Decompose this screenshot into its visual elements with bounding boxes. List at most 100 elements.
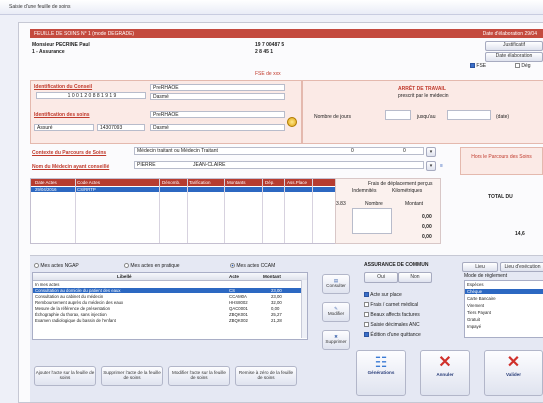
ccam-radio[interactable] bbox=[230, 263, 235, 269]
col-divider bbox=[75, 179, 76, 243]
date-elaboration-button[interactable]: Date élaboration bbox=[485, 52, 543, 62]
reglement-option: Tiers Payant bbox=[467, 310, 491, 315]
window-titlebar: Saisie d'une feuille de soins bbox=[0, 0, 543, 15]
table-row[interactable]: 29/04/2016 CS/RRTP bbox=[31, 187, 335, 192]
rpps-field[interactable]: 1 0 0 1 2 0 8 8 1 9 1 9 bbox=[36, 92, 146, 99]
close-icon: ✕ bbox=[438, 354, 452, 371]
list-item[interactable]: Échographie du thorax, sans injection ZBQ… bbox=[33, 312, 307, 317]
reglement-list[interactable]: Espèces Chèque Carte Bancaire Virement T… bbox=[464, 280, 543, 338]
medecin-dropdown-chevron-down-icon[interactable]: ▾ bbox=[426, 161, 436, 171]
prescripteur-name-field[interactable]: PreRHAOE bbox=[150, 84, 285, 91]
medecin-field[interactable]: PIERRE JEAN-CLAIRE bbox=[134, 161, 424, 169]
list-item[interactable]: Mesure de la référence de présentation QA… bbox=[33, 306, 307, 311]
reglement-option: Impayé bbox=[467, 324, 482, 329]
deg-checkbox[interactable] bbox=[515, 63, 520, 69]
beaux-checkbox[interactable] bbox=[364, 312, 369, 318]
annuler-label: Annuler bbox=[436, 372, 454, 377]
identification-conseil-label: Identification du Conseil bbox=[34, 84, 93, 90]
modifier-acte-button[interactable]: Modifier l'acte sur la feuille de soins bbox=[168, 366, 230, 386]
value-3: 0,00 bbox=[422, 234, 432, 240]
supprimer-acte-button[interactable]: Supprimer l'acte de la feuille de soins bbox=[101, 366, 163, 386]
option-saisie[interactable]: Saisie décimales ANC bbox=[364, 322, 420, 328]
filter-pratique-label: Mes actes en pratique bbox=[130, 263, 180, 269]
filter-ccam[interactable]: Mes actes CCAM bbox=[230, 263, 275, 269]
assure-field[interactable]: Assuré bbox=[34, 124, 94, 131]
list-item[interactable]: Impayé bbox=[465, 324, 543, 329]
lieu-button[interactable]: Lieu bbox=[462, 262, 498, 272]
edition-checkbox[interactable] bbox=[364, 332, 369, 338]
option-frais[interactable]: Frais / carnet médical bbox=[364, 302, 418, 308]
list-item[interactable]: Consultation au domicile du patient des … bbox=[33, 288, 307, 293]
identification-soins-label: Identification des soins bbox=[34, 112, 90, 118]
fse-label: FSE de xxx bbox=[255, 71, 281, 77]
option-acte-place[interactable]: Acte sur place bbox=[364, 292, 402, 298]
medecin-extra-link[interactable]: ≡ bbox=[440, 163, 443, 169]
col-montant: Montant bbox=[263, 274, 281, 279]
fse-option[interactable]: FSE bbox=[470, 63, 486, 69]
modifier-button[interactable]: ✎ Modifier bbox=[322, 302, 350, 322]
validate-icon: ✕ bbox=[506, 354, 521, 371]
search-icon[interactable] bbox=[287, 117, 297, 127]
list-item-label: Consultation au cabinet du médecin bbox=[35, 294, 104, 299]
reglement-option: Gratuit bbox=[467, 317, 480, 322]
nombre-field[interactable] bbox=[352, 208, 392, 234]
actes-table-header: Date Actes Code Actes Dénomb. Tarificati… bbox=[31, 179, 335, 186]
list-scrollbar[interactable] bbox=[301, 280, 307, 338]
remise-zero-button[interactable]: Remise à zéro de la feuille de soins bbox=[235, 366, 297, 386]
acte-place-checkbox[interactable] bbox=[364, 292, 369, 298]
list-item[interactable]: Carte Bancaire bbox=[465, 296, 543, 301]
assure-code-field[interactable]: 14307093 bbox=[97, 124, 145, 131]
executant-name-field[interactable]: PreRHAOE bbox=[150, 111, 285, 118]
supprimer-button[interactable]: ✖ Supprimer bbox=[322, 330, 350, 350]
justificatif-button[interactable]: Justificatif bbox=[485, 41, 543, 51]
nombre-jours-field[interactable] bbox=[385, 110, 411, 120]
reglement-option: Virement bbox=[467, 303, 485, 308]
list-item-label: Examen radiologique du bassin de l'enfan… bbox=[35, 318, 116, 323]
saisie-checkbox[interactable] bbox=[364, 322, 369, 328]
pratique-radio[interactable] bbox=[124, 263, 129, 269]
parcours-dropdown-chevron-down-icon[interactable]: ▾ bbox=[426, 147, 436, 157]
oui-button[interactable]: Oui bbox=[364, 272, 398, 283]
list-item-amount: 32,00 bbox=[271, 300, 282, 305]
jusqu-date-field[interactable] bbox=[447, 110, 491, 120]
filter-pratique[interactable]: Mes actes en pratique bbox=[124, 263, 180, 269]
non-button[interactable]: Non bbox=[398, 272, 432, 283]
list-item[interactable]: Consultation au cabinet du médecin CCAM0A… bbox=[33, 294, 307, 299]
valider-button[interactable]: ✕ Valider bbox=[484, 350, 543, 396]
list-item[interactable]: Tiers Payant bbox=[465, 310, 543, 315]
fse-option-label: FSE bbox=[476, 63, 487, 69]
ajouter-acte-button[interactable]: Ajouter l'acte sur la feuille de soins bbox=[34, 366, 96, 386]
list-item-code: HHS8002 bbox=[229, 300, 248, 305]
date-suffix: (date) bbox=[496, 114, 510, 120]
list-item[interactable]: Espèces bbox=[465, 282, 543, 287]
frais-checkbox[interactable] bbox=[364, 302, 369, 308]
valider-label: Valider bbox=[505, 372, 522, 377]
list-item[interactable]: Examen radiologique du bassin de l'enfan… bbox=[33, 318, 307, 323]
prescripteur-other-field[interactable]: Dasmé bbox=[150, 93, 285, 100]
list-item[interactable]: Virement bbox=[465, 303, 543, 308]
actes-list[interactable]: Libellé Acte Montant In mes actes Consul… bbox=[32, 272, 308, 340]
parcours-select[interactable]: Médecin traitant ou Médecin Traitant 0 0 bbox=[134, 147, 424, 155]
list-item[interactable]: Remboursement auprès du médecin des eaux… bbox=[33, 300, 307, 305]
col-acte: Acte bbox=[229, 274, 239, 279]
executant-other-field[interactable]: Dasmé bbox=[150, 124, 285, 131]
lieu-execution-button[interactable]: Lieu d'exécution bbox=[500, 262, 543, 272]
col-dep: Dép. bbox=[265, 180, 275, 185]
option-edition[interactable]: Édition d'une quittance bbox=[364, 332, 421, 338]
consulter-button[interactable]: ▤ Consulter bbox=[322, 274, 350, 294]
annuler-button[interactable]: ✕ Annuler bbox=[420, 350, 470, 396]
reglement-option: Carte Bancaire bbox=[467, 296, 496, 301]
list-item[interactable]: In mes actes bbox=[33, 282, 307, 287]
fse-checkbox[interactable] bbox=[470, 63, 475, 69]
list-item-label: Consultation au domicile du patient des … bbox=[35, 288, 121, 293]
hors-parcours-button[interactable]: Hors le Parcours des Soins bbox=[460, 147, 543, 175]
list-item[interactable]: Gratuit bbox=[465, 317, 543, 322]
filter-ngap[interactable]: Mes actes NGAP bbox=[34, 263, 79, 269]
deg-option[interactable]: Dég bbox=[515, 63, 531, 69]
ngap-radio[interactable] bbox=[34, 263, 39, 269]
col-divider bbox=[187, 179, 188, 243]
col-montants: Montants bbox=[227, 180, 246, 185]
list-item[interactable]: Chèque bbox=[465, 289, 543, 294]
generations-button[interactable]: ☷ Générations bbox=[356, 350, 406, 396]
option-beaux[interactable]: Beaux affects factures bbox=[364, 312, 420, 318]
